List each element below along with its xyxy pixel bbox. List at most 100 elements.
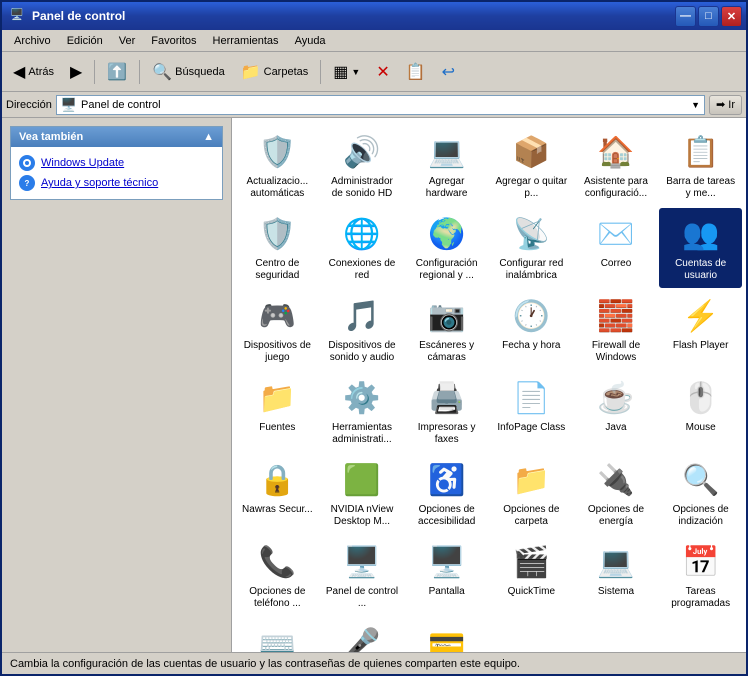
sidebar-link-windows-update[interactable]: Windows Update (19, 155, 214, 171)
forward-icon: ▶ (70, 62, 82, 82)
icon-label-2: Agregar hardware (409, 176, 484, 200)
icon-item-32[interactable]: 🖥️Pantalla (405, 536, 488, 616)
icon-item-10[interactable]: ✉️Correo (575, 208, 658, 288)
icon-label-7: Conexiones de red (325, 258, 400, 282)
icon-item-26[interactable]: ♿ Opciones de accesibilidad (405, 454, 488, 534)
view-button[interactable]: ▦ ▼ (326, 57, 367, 87)
menu-edicion[interactable]: Edición (59, 33, 111, 49)
icon-item-24[interactable]: 🔒Nawras Secur... (236, 454, 319, 534)
sidebar-collapse-icon[interactable]: ▲ (203, 131, 214, 143)
icon-label-20: Impresoras y faxes (409, 422, 484, 446)
folders-button[interactable]: 📁 Carpetas (234, 57, 316, 87)
icon-item-20[interactable]: 🖨️Impresoras y faxes (405, 372, 488, 452)
icon-item-18[interactable]: 📁Fuentes (236, 372, 319, 452)
toolbar-sep-3 (320, 60, 321, 84)
icon-item-12[interactable]: 🎮Dispositivos de juego (236, 290, 319, 370)
sidebar-section-content: Windows Update ? Ayuda y soporte técnico (11, 147, 222, 199)
icon-item-30[interactable]: 📞Opciones de teléfono ... (236, 536, 319, 616)
icon-item-38[interactable]: 💳Windows CardSpace (405, 618, 488, 652)
ayuda-label: Ayuda y soporte técnico (41, 177, 158, 189)
up-button[interactable]: ⬆️ (100, 57, 134, 87)
icon-label-8: Configuración regional y ... (409, 258, 484, 282)
icon-item-15[interactable]: 🕐Fecha y hora (490, 290, 573, 370)
menu-favoritos[interactable]: Favoritos (143, 33, 204, 49)
close-button[interactable]: ✕ (721, 6, 742, 27)
icon-item-5[interactable]: 📋Barra de tareas y me... (659, 126, 742, 206)
icon-label-14: Escáneres y cámaras (409, 340, 484, 364)
icon-image-11: 👥 (681, 214, 721, 254)
icon-image-38: 💳 (427, 624, 467, 652)
icon-image-36: ⌨️ (257, 624, 297, 652)
icon-item-21[interactable]: 📄InfoPage Class (490, 372, 573, 452)
icon-item-7[interactable]: 🌐Conexiones de red (321, 208, 404, 288)
undo-icon: ↩ (442, 62, 455, 82)
address-input-wrap[interactable]: 🖥️ Panel de control ▼ (56, 95, 705, 115)
icon-label-6: Centro de seguridad (240, 258, 315, 282)
icon-label-1: Administrador de sonido HD (325, 176, 400, 200)
icon-item-36[interactable]: ⌨️Teclado (236, 618, 319, 652)
icon-image-17: ⚡ (681, 296, 721, 336)
back-label: Atrás (28, 66, 54, 78)
icon-item-34[interactable]: 💻Sistema (575, 536, 658, 616)
icon-item-37[interactable]: 🎤Voz (321, 618, 404, 652)
icon-image-16: 🧱 (596, 296, 636, 336)
title-bar: 🖥️ Panel de control — □ ✕ (2, 2, 746, 30)
windows-update-icon (19, 155, 35, 171)
icon-image-1: 🔊 (342, 132, 382, 172)
icon-item-27[interactable]: 📁Opciones de carpeta (490, 454, 573, 534)
icon-label-26: Opciones de accesibilidad (409, 504, 484, 528)
icon-image-34: 💻 (596, 542, 636, 582)
icon-image-37: 🎤 (342, 624, 382, 652)
icon-image-31: 🖥️ (342, 542, 382, 582)
back-button[interactable]: ◀ Atrás (6, 57, 61, 87)
icon-item-19[interactable]: ⚙️Herramientas administrati... (321, 372, 404, 452)
icon-item-11[interactable]: 👥Cuentas de usuario (659, 208, 742, 288)
search-button[interactable]: 🔍 Búsqueda (145, 57, 231, 87)
maximize-button[interactable]: □ (698, 6, 719, 27)
icon-label-31: Panel de control ... (325, 586, 400, 610)
icon-item-16[interactable]: 🧱Firewall de Windows (575, 290, 658, 370)
icon-item-29[interactable]: 🔍Opciones de indización (659, 454, 742, 534)
icon-item-22[interactable]: ☕Java (575, 372, 658, 452)
icon-item-31[interactable]: 🖥️ Panel de control ... (321, 536, 404, 616)
address-bar: Dirección 🖥️ Panel de control ▼ ➡ Ir (2, 92, 746, 118)
icon-image-2: 💻 (427, 132, 467, 172)
sidebar-link-ayuda[interactable]: ? Ayuda y soporte técnico (19, 175, 214, 191)
icon-item-3[interactable]: 📦Agregar o quitar p... (490, 126, 573, 206)
icon-label-10: Correo (601, 258, 632, 270)
view-dropdown-arrow: ▼ (351, 67, 360, 77)
icon-item-35[interactable]: 📅Tareas programadas (659, 536, 742, 616)
icon-item-23[interactable]: 🖱️Mouse (659, 372, 742, 452)
menu-ver[interactable]: Ver (111, 33, 144, 49)
copy-button[interactable]: 📋 (399, 57, 433, 87)
go-button[interactable]: ➡ Ir (709, 95, 742, 115)
search-label: Búsqueda (175, 66, 225, 78)
undo-button[interactable]: ↩ (435, 57, 462, 87)
icon-label-32: Pantalla (429, 586, 465, 598)
icon-image-3: 📦 (511, 132, 551, 172)
icon-item-4[interactable]: 🏠Asistente para configuració... (575, 126, 658, 206)
search-icon: 🔍 (152, 62, 172, 82)
icon-item-17[interactable]: ⚡Flash Player (659, 290, 742, 370)
icon-item-0[interactable]: 🛡️Actualizacio... automáticas (236, 126, 319, 206)
icon-item-28[interactable]: 🔌Opciones de energía (575, 454, 658, 534)
menu-herramientas[interactable]: Herramientas (205, 33, 287, 49)
menu-ayuda[interactable]: Ayuda (287, 33, 334, 49)
icon-image-26: ♿ (427, 460, 467, 500)
icon-item-6[interactable]: 🛡️Centro de seguridad (236, 208, 319, 288)
forward-button[interactable]: ▶ (63, 57, 89, 87)
icon-item-13[interactable]: 🎵Dispositivos de sonido y audio (321, 290, 404, 370)
minimize-button[interactable]: — (675, 6, 696, 27)
ayuda-icon: ? (19, 175, 35, 191)
menu-archivo[interactable]: Archivo (6, 33, 59, 49)
copy-icon: 📋 (406, 62, 426, 82)
icon-item-14[interactable]: 📷Escáneres y cámaras (405, 290, 488, 370)
icon-item-2[interactable]: 💻 Agregar hardware (405, 126, 488, 206)
icon-item-25[interactable]: 🟩NVIDIA nView Desktop M... (321, 454, 404, 534)
icon-item-33[interactable]: 🎬QuickTime (490, 536, 573, 616)
icon-item-9[interactable]: 📡Configurar red inalámbrica (490, 208, 573, 288)
delete-button[interactable]: ✕ (369, 57, 396, 87)
icon-item-8[interactable]: 🌍Configuración regional y ... (405, 208, 488, 288)
sidebar: Vea también ▲ Windows Update (2, 118, 232, 652)
icon-item-1[interactable]: 🔊 Administrador de sonido HD (321, 126, 404, 206)
